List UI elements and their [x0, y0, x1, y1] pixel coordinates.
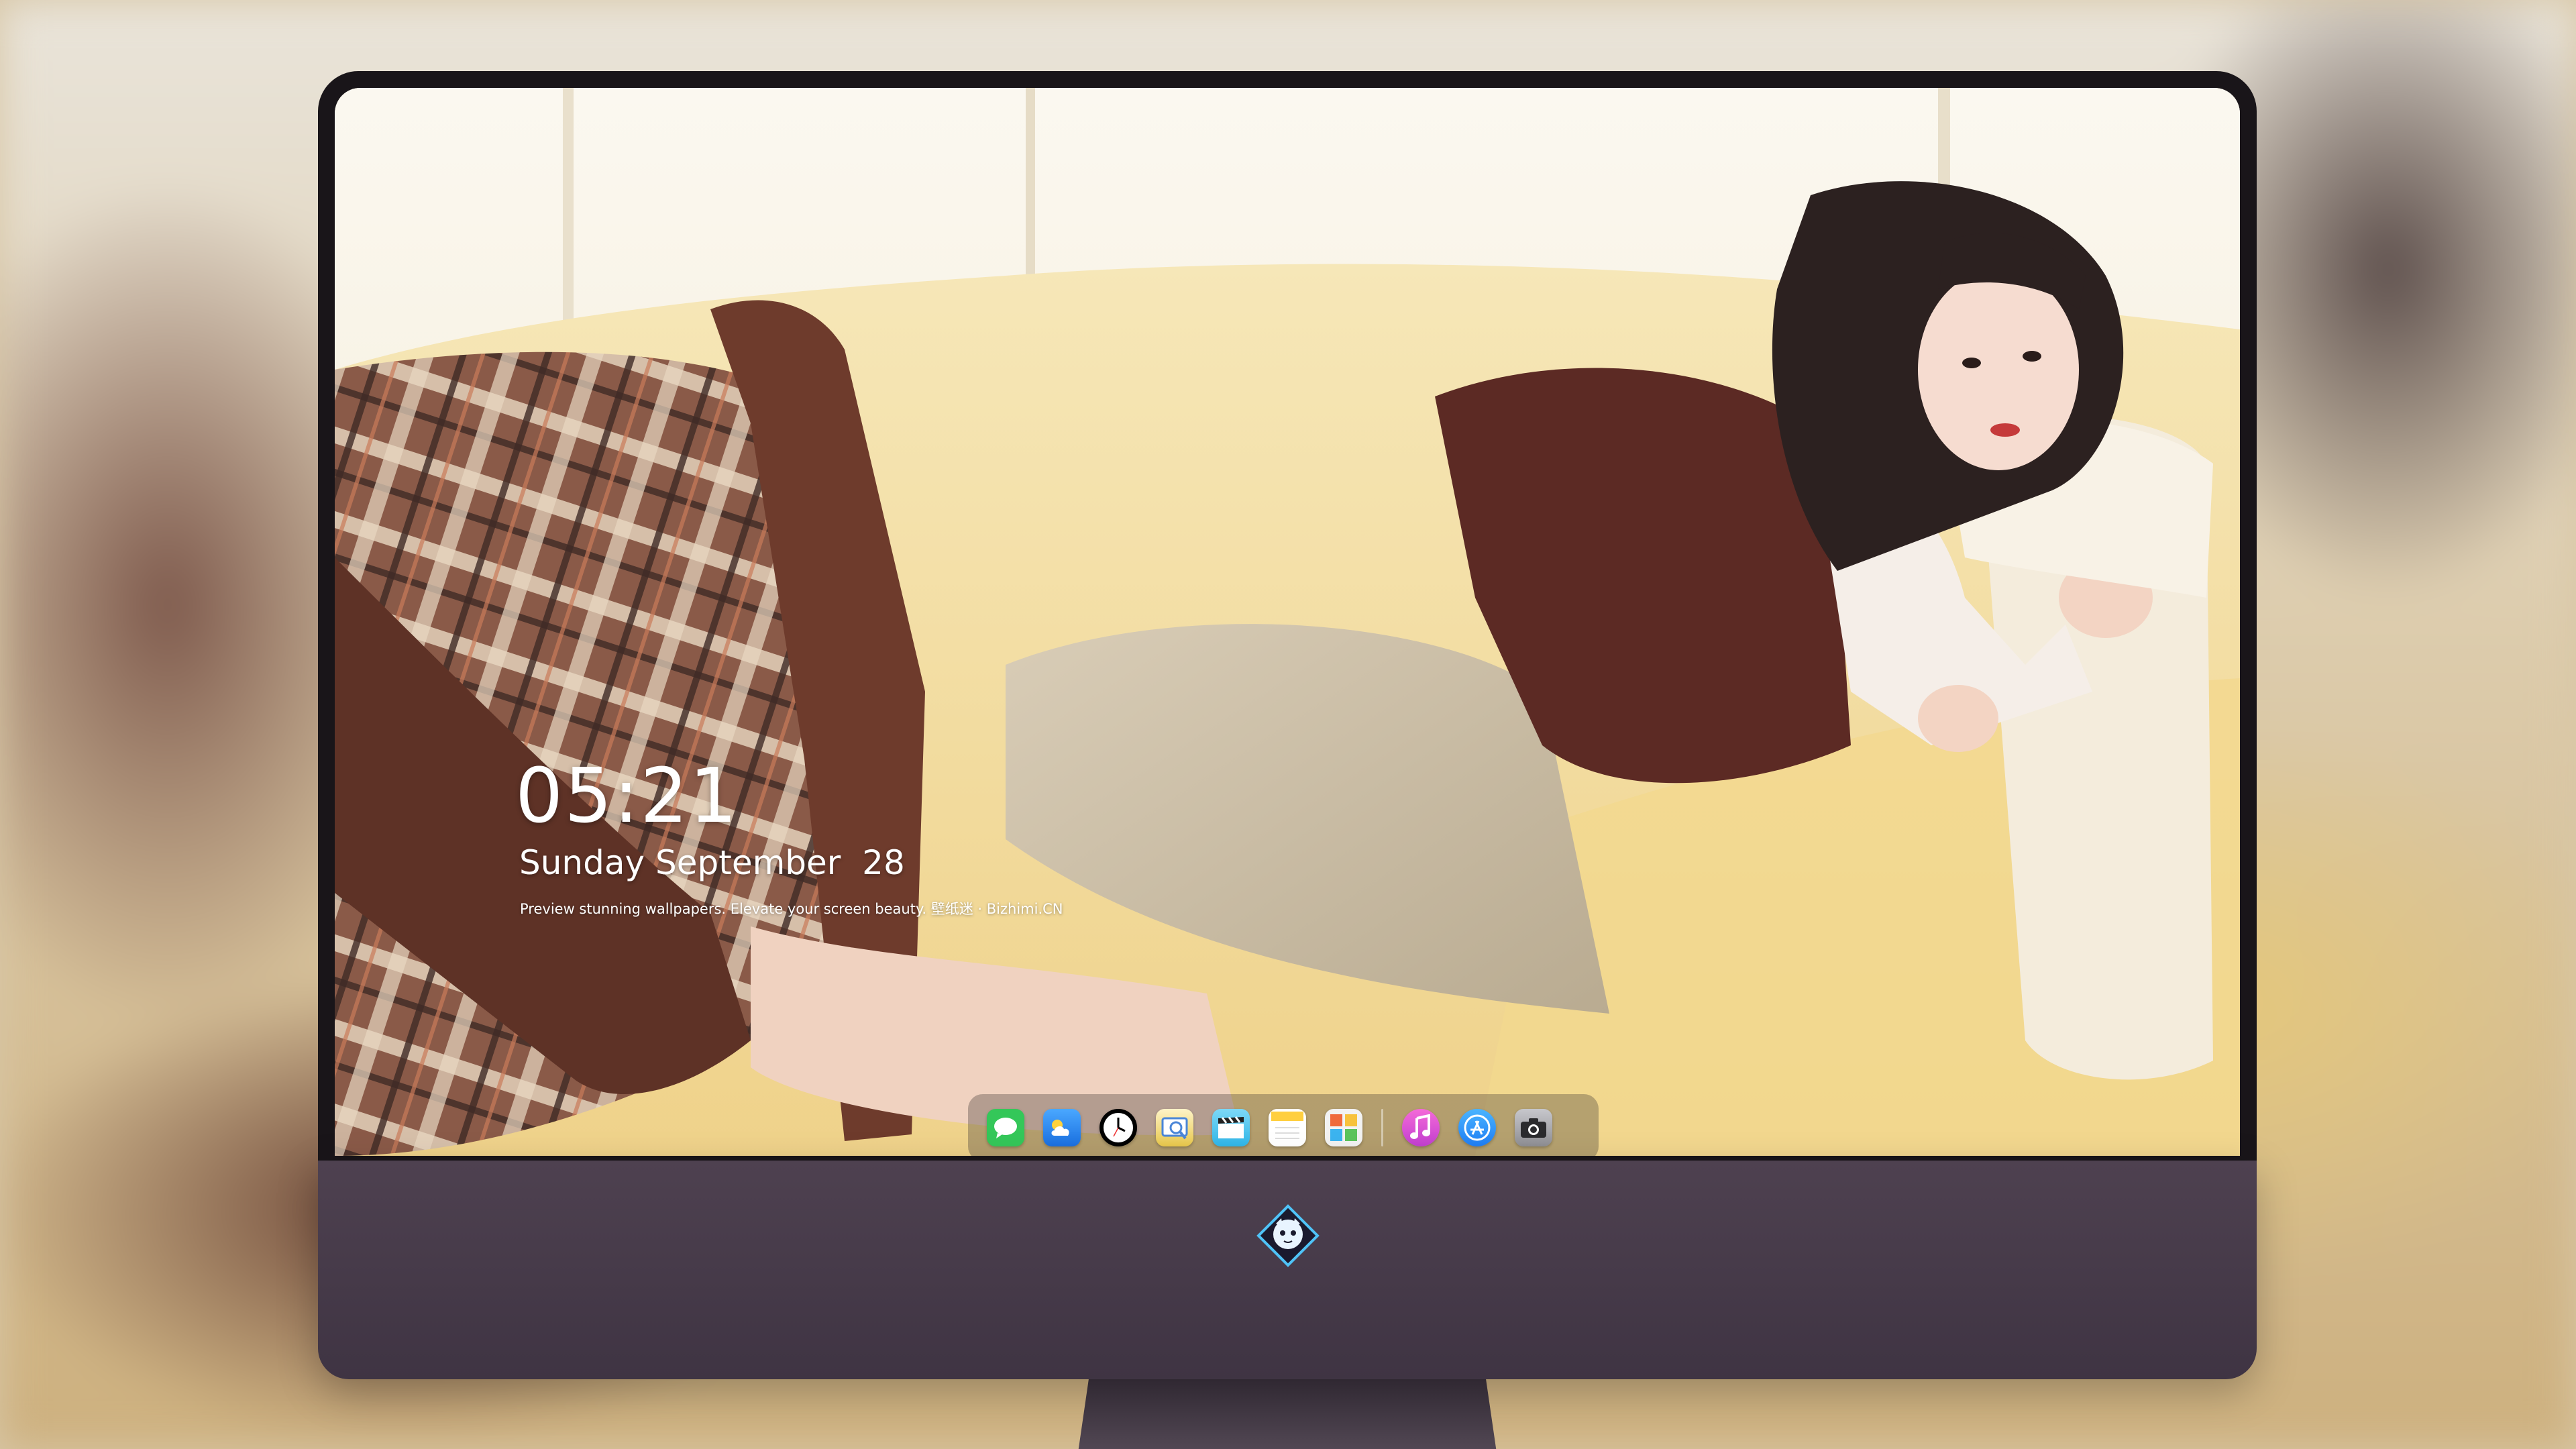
lockscreen-date: Sunday September 28 [519, 843, 905, 882]
photo-gallery-icon[interactable] [1325, 1109, 1362, 1146]
clock-icon[interactable] [1099, 1109, 1137, 1146]
video-clapper-icon[interactable] [1212, 1109, 1250, 1146]
monitor-stand-neck [1076, 1379, 1499, 1449]
app-dock [968, 1094, 1599, 1156]
app-store-icon[interactable] [1458, 1109, 1496, 1146]
messages-icon[interactable] [987, 1109, 1024, 1146]
music-icon[interactable] [1402, 1109, 1440, 1146]
camera-icon[interactable] [1515, 1109, 1552, 1146]
preview-icon[interactable] [1156, 1109, 1193, 1146]
dock-separator [1381, 1109, 1383, 1146]
wallpaper-image [335, 88, 2240, 1156]
monitor-mockup: 05:21 Sunday September 28 Preview stunni… [318, 71, 2257, 1449]
monitor-chin [318, 1161, 2257, 1379]
weather-icon[interactable] [1043, 1109, 1081, 1146]
dragon-mascot-logo [1256, 1204, 1320, 1267]
notes-icon[interactable] [1269, 1109, 1306, 1146]
lockscreen-tagline: Preview stunning wallpapers. Elevate you… [520, 901, 1063, 917]
monitor-screen: 05:21 Sunday September 28 Preview stunni… [335, 88, 2240, 1156]
lockscreen-time: 05:21 [515, 753, 739, 840]
